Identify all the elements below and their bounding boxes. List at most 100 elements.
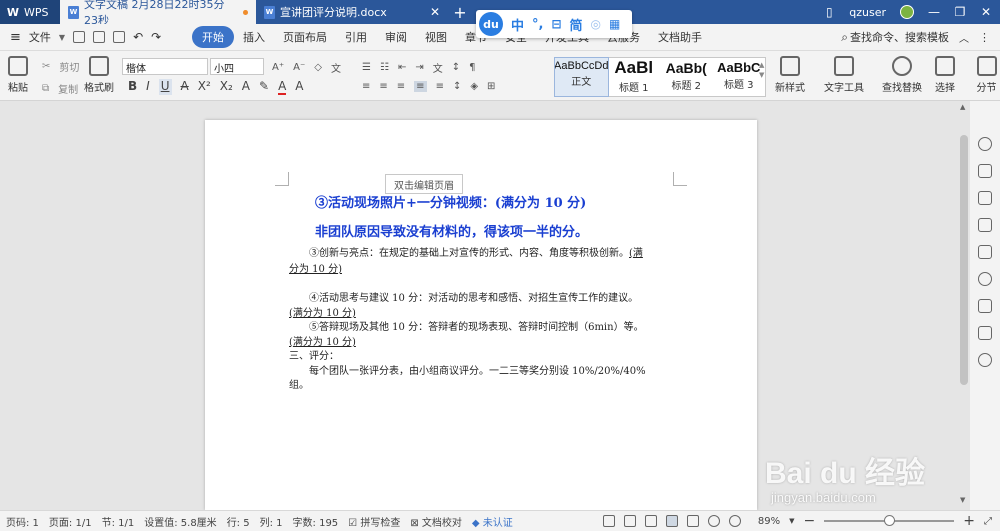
print-preview-icon[interactable] <box>113 31 126 43</box>
copy-button[interactable]: ⧉ 复制 <box>42 81 78 96</box>
char-shading-icon[interactable]: A <box>295 79 303 95</box>
status-pages[interactable]: 页面: 1/1 <box>49 514 92 529</box>
new-style-button[interactable]: 新样式 <box>775 56 805 94</box>
ime-punctuation[interactable]: °, <box>532 17 543 32</box>
bullets-icon[interactable]: ☰ <box>362 62 371 73</box>
style-heading-2[interactable]: AaBb( 标题 2 <box>660 58 713 96</box>
shrink-font-icon[interactable]: A⁻ <box>293 62 305 73</box>
clear-format-icon[interactable]: ◇ <box>314 62 322 73</box>
tab-page-layout[interactable]: 页面布局 <box>274 29 336 45</box>
line-spacing-icon[interactable]: ↕ <box>453 81 461 92</box>
proofread-button[interactable]: ⊠ 文档校对 <box>410 514 462 529</box>
cut-button[interactable]: ✂ 剪切 <box>42 59 79 74</box>
ime-toolbox-icon[interactable]: ⊟ <box>551 17 561 31</box>
zoom-out-icon[interactable]: − <box>804 513 816 529</box>
font-family-select[interactable]: 楷体 <box>122 58 208 75</box>
minimize-button[interactable]: — <box>928 5 940 19</box>
section-button[interactable]: 分节 <box>973 56 1000 94</box>
tab-document-2[interactable]: W 宣讲团评分说明.docx ✕ <box>256 0 448 24</box>
status-setting[interactable]: 设置值: 5.8厘米 <box>144 514 216 529</box>
text-effect-icon[interactable]: A <box>242 79 250 95</box>
style-scroll[interactable]: ▲ ▼ <box>759 61 764 79</box>
phonetic-icon[interactable]: 文 <box>331 60 341 75</box>
maximize-button[interactable]: ❐ <box>954 5 966 19</box>
chevron-down-icon[interactable]: ▼ <box>759 71 764 79</box>
find-replace-button[interactable]: 查找替换 <box>882 56 922 94</box>
save-icon[interactable] <box>73 31 86 43</box>
ime-grid-icon[interactable]: ▦ <box>609 17 620 31</box>
status-section[interactable]: 节: 1/1 <box>102 514 135 529</box>
tab-review[interactable]: 审阅 <box>376 29 416 45</box>
fit-page-icon[interactable]: ⤢ <box>984 516 992 527</box>
wps-home-tab[interactable]: W WPS <box>0 0 60 24</box>
reading-mode-icon[interactable] <box>623 515 636 527</box>
tab-home[interactable]: 开始 <box>192 26 234 48</box>
chevron-down-icon[interactable]: ▼ <box>59 33 65 42</box>
spell-check-button[interactable]: ☑ 拼写检查 <box>348 514 400 529</box>
decrease-indent-icon[interactable]: ⇤ <box>398 62 406 73</box>
file-menu[interactable]: 文件 <box>29 29 51 45</box>
zoom-in-icon[interactable]: + <box>963 513 975 529</box>
auth-status[interactable]: ◆ 未认证 <box>472 514 513 529</box>
distribute-icon[interactable]: ≡ <box>436 81 444 92</box>
zoom-level[interactable]: 89% <box>758 516 780 527</box>
numbering-icon[interactable]: ☷ <box>380 62 389 73</box>
new-tab-button[interactable]: + <box>448 0 472 24</box>
select-button[interactable]: 选择 <box>935 56 955 94</box>
style-normal[interactable]: AaBbCcDd 正文 <box>554 57 609 97</box>
show-marks-icon[interactable]: ¶ <box>469 62 475 73</box>
font-size-select[interactable]: 小四 <box>210 58 264 75</box>
superscript-icon[interactable]: X² <box>198 79 211 95</box>
undo-icon[interactable]: ↶ <box>133 30 143 44</box>
subscript-icon[interactable]: X₂ <box>220 79 233 95</box>
status-row[interactable]: 行: 5 <box>227 514 250 529</box>
underline-icon[interactable]: U <box>158 79 172 95</box>
text-tools-button[interactable]: 文字工具 <box>824 56 864 94</box>
web-view-icon[interactable] <box>707 515 720 527</box>
hamburger-icon[interactable]: ≡ <box>10 30 21 45</box>
borders-icon[interactable]: ⊞ <box>487 81 495 92</box>
help-icon[interactable] <box>978 137 992 151</box>
status-word-count[interactable]: 字数: 195 <box>293 514 339 529</box>
print-icon[interactable] <box>93 31 106 43</box>
strikethrough-icon[interactable]: A <box>181 79 189 95</box>
status-col[interactable]: 列: 1 <box>260 514 283 529</box>
ime-chinese-mode[interactable]: 中 <box>511 15 524 34</box>
font-color-icon[interactable]: A <box>278 79 287 95</box>
close-window-button[interactable]: ✕ <box>980 5 992 19</box>
style-heading-3[interactable]: AaBbC 标题 3 <box>713 58 766 96</box>
username[interactable]: qzuser <box>849 6 886 19</box>
scroll-thumb[interactable] <box>960 135 968 385</box>
align-left-icon[interactable]: ≡ <box>362 81 370 92</box>
increase-indent-icon[interactable]: ⇥ <box>415 62 423 73</box>
tab-assistant[interactable]: 文档助手 <box>649 29 711 45</box>
eye-protection-icon[interactable] <box>728 515 741 527</box>
style-pane-icon[interactable] <box>978 164 992 178</box>
zoom-slider[interactable] <box>824 515 955 526</box>
sliders-icon[interactable] <box>978 326 992 340</box>
document-page[interactable]: 双击编辑页眉 ③活动现场照片+一分钟视频：(满分为 10 分) 非团队原因导致没… <box>205 120 757 510</box>
shapes-icon[interactable] <box>978 191 992 205</box>
chevron-up-icon[interactable]: ︿ <box>959 30 969 45</box>
pen-icon[interactable] <box>644 515 657 527</box>
bold-icon[interactable]: B <box>128 79 137 95</box>
zoom-options-icon[interactable]: ▼ <box>789 517 794 525</box>
edit-icon[interactable] <box>978 218 992 232</box>
scroll-up-icon[interactable]: ▲ <box>960 103 965 111</box>
paste-button[interactable]: 粘贴 <box>8 56 28 94</box>
ime-user-icon[interactable]: ◎ <box>591 17 601 31</box>
vertical-scrollbar[interactable]: ▲ ▼ <box>958 101 970 510</box>
outline-view-icon[interactable] <box>686 515 699 527</box>
close-tab-icon[interactable]: ✕ <box>430 5 440 19</box>
zoom-slider-knob[interactable] <box>884 515 896 526</box>
sort-icon[interactable]: ↕ <box>452 62 460 73</box>
status-page-number[interactable]: 页码: 1 <box>6 514 39 529</box>
align-center-icon[interactable]: ≡ <box>379 81 387 92</box>
tab-references[interactable]: 引用 <box>336 29 376 45</box>
command-search[interactable]: 查找命令、搜索模板 <box>850 29 949 45</box>
justify-icon[interactable]: ≡ <box>414 81 427 92</box>
ime-simplified[interactable]: 简 <box>570 15 583 34</box>
tab-document-1[interactable]: W 文字文稿 2月28日22时35分23秒 <box>60 0 256 27</box>
page-view-icon[interactable] <box>665 515 678 527</box>
redo-icon[interactable]: ↷ <box>151 30 161 44</box>
